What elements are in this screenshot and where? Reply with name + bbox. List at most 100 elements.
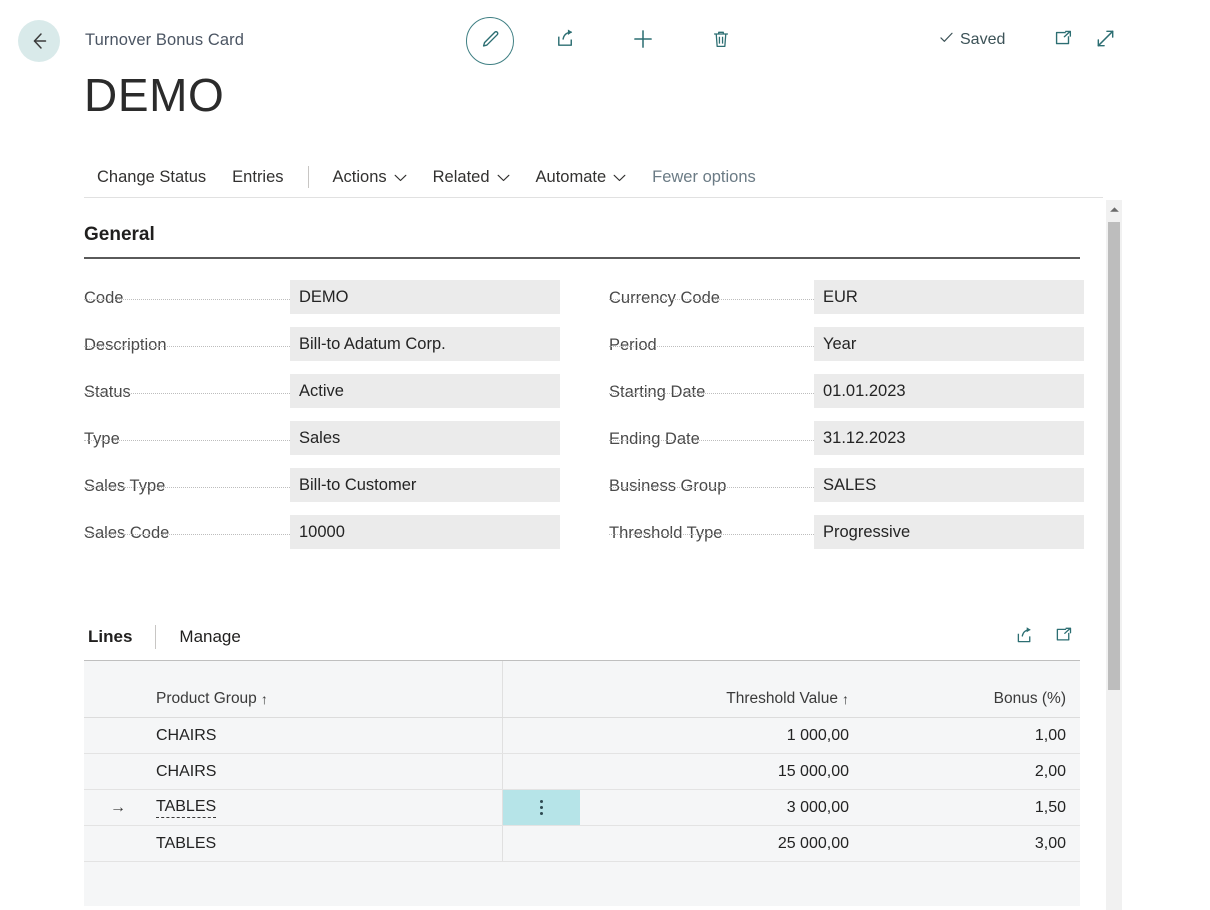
field-value-business-group[interactable]: SALES — [814, 468, 1084, 502]
lines-toolbar — [1014, 625, 1074, 646]
cell-bonus[interactable]: 1,00 — [862, 727, 1080, 745]
delete-button[interactable] — [702, 22, 740, 60]
table-row[interactable]: CHAIRS 15 000,00 2,00 — [84, 754, 1080, 790]
action-label: Actions — [332, 167, 387, 186]
general-left-column: Code DEMO Description Bill-to Adatum Cor… — [84, 278, 560, 560]
tab-label: Lines — [88, 627, 133, 646]
cell-product-group[interactable]: TABLES — [156, 835, 502, 853]
field-value-type[interactable]: Sales — [290, 421, 560, 455]
cell-bonus[interactable]: 3,00 — [862, 835, 1080, 853]
header-label: Threshold Value — [726, 690, 838, 707]
lines-share-button[interactable] — [1014, 625, 1035, 646]
field-status: Status Active — [84, 372, 560, 419]
vertical-scrollbar[interactable] — [1106, 200, 1122, 910]
grid-empty-area — [84, 862, 1080, 906]
action-bar: Change Status Entries Actions Related Au… — [84, 158, 1080, 196]
column-separator — [502, 754, 503, 789]
cell-threshold-value[interactable]: 3 000,00 — [580, 799, 862, 817]
field-value-period[interactable]: Year — [814, 327, 1084, 361]
cell-text: CHAIRS — [156, 762, 217, 780]
field-value-currency-code[interactable]: EUR — [814, 280, 1084, 314]
cell-threshold-value[interactable]: 15 000,00 — [580, 763, 862, 781]
open-in-new-window-icon — [1053, 625, 1074, 646]
cell-bonus[interactable]: 2,00 — [862, 763, 1080, 781]
field-period: Period Year — [609, 325, 1085, 372]
lines-grid: Product Group ↑ Threshold Value ↑ Bonus … — [84, 661, 1080, 906]
field-value-status[interactable]: Active — [290, 374, 560, 408]
lines-expand-button[interactable] — [1053, 625, 1074, 646]
plus-icon — [630, 26, 656, 57]
field-value-description[interactable]: Bill-to Adatum Corp. — [290, 327, 560, 361]
cell-text: TABLES — [156, 798, 217, 818]
action-related[interactable]: Related — [420, 164, 523, 191]
field-value-threshold-type[interactable]: Progressive — [814, 515, 1084, 549]
cell-bonus[interactable]: 1,50 — [862, 799, 1080, 817]
cell-product-group[interactable]: CHAIRS — [156, 763, 502, 781]
action-separator — [307, 166, 309, 188]
header-product-group[interactable]: Product Group ↑ — [156, 690, 502, 717]
field-value-sales-type[interactable]: Bill-to Customer — [290, 468, 560, 502]
cell-product-group[interactable]: CHAIRS — [156, 727, 502, 745]
header-label: Product Group — [156, 690, 257, 707]
trash-icon — [710, 28, 732, 55]
expand-diagonal-icon — [1094, 27, 1117, 55]
field-currency-code: Currency Code EUR — [609, 278, 1085, 325]
column-separator — [502, 826, 503, 861]
field-value-starting-date[interactable]: 01.01.2023 — [814, 374, 1084, 408]
scroll-up-button[interactable] — [1106, 200, 1122, 218]
field-value-code[interactable]: DEMO — [290, 280, 560, 314]
tab-separator — [155, 625, 157, 649]
field-value-ending-date[interactable]: 31.12.2023 — [814, 421, 1084, 455]
field-sales-code: Sales Code 10000 — [84, 513, 560, 560]
lines-tabstrip: Lines Manage — [84, 614, 1080, 661]
field-sales-type: Sales Type Bill-to Customer — [84, 466, 560, 513]
field-value-sales-code[interactable]: 10000 — [290, 515, 560, 549]
table-row[interactable]: TABLES 25 000,00 3,00 — [84, 826, 1080, 862]
field-business-group: Business Group SALES — [609, 466, 1085, 513]
save-status: Saved — [938, 29, 1005, 51]
back-button[interactable] — [18, 20, 60, 62]
lines-part: Lines Manage Product Group ↑ Threshold V… — [84, 614, 1080, 906]
edit-button[interactable] — [466, 17, 514, 65]
tab-label: Manage — [179, 627, 241, 646]
row-options-button[interactable] — [502, 790, 580, 825]
page-title: DEMO — [84, 69, 225, 121]
cell-threshold-value[interactable]: 1 000,00 — [580, 727, 862, 745]
field-type: Type Sales — [84, 419, 560, 466]
new-button[interactable] — [624, 22, 662, 60]
scrollbar-thumb[interactable] — [1108, 222, 1120, 690]
action-automate[interactable]: Automate — [523, 164, 640, 191]
tab-manage[interactable]: Manage — [175, 627, 244, 647]
action-actions[interactable]: Actions — [320, 164, 420, 191]
action-label: Change Status — [97, 167, 207, 186]
open-in-new-window-button[interactable] — [1044, 22, 1082, 60]
table-row-selected[interactable]: → TABLES 3 000,00 1,50 — [84, 790, 1080, 826]
pencil-icon — [479, 28, 501, 55]
action-label: Fewer options — [652, 167, 756, 186]
general-section-rule — [84, 257, 1080, 259]
action-fewer-options[interactable]: Fewer options — [639, 164, 769, 191]
back-arrow-icon — [28, 30, 50, 52]
sort-ascending-icon: ↑ — [842, 691, 849, 707]
share-button[interactable] — [546, 22, 584, 60]
check-icon — [938, 29, 955, 51]
action-entries[interactable]: Entries — [219, 164, 296, 191]
tab-lines[interactable]: Lines — [84, 627, 136, 647]
table-row[interactable]: CHAIRS 1 000,00 1,00 — [84, 718, 1080, 754]
header-bonus-percent[interactable]: Bonus (%) — [862, 690, 1080, 717]
field-code: Code DEMO — [84, 278, 560, 325]
column-separator — [502, 718, 503, 753]
action-change-status[interactable]: Change Status — [84, 164, 219, 191]
action-label: Related — [432, 167, 490, 186]
cell-threshold-value[interactable]: 25 000,00 — [580, 835, 862, 853]
action-label: Automate — [535, 167, 607, 186]
header-threshold-value[interactable]: Threshold Value ↑ — [580, 690, 862, 717]
cell-text: TABLES — [156, 834, 217, 852]
field-starting-date: Starting Date 01.01.2023 — [609, 372, 1085, 419]
page-type-caption: Turnover Bonus Card — [85, 31, 245, 49]
field-description: Description Bill-to Adatum Corp. — [84, 325, 560, 372]
cell-product-group[interactable]: TABLES — [156, 798, 502, 818]
field-threshold-type: Threshold Type Progressive — [609, 513, 1085, 560]
more-vertical-icon — [539, 800, 543, 815]
fullscreen-button[interactable] — [1086, 22, 1124, 60]
